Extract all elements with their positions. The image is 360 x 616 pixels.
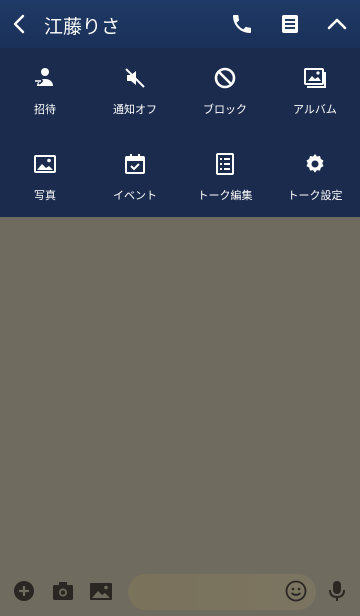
menu-item-label: 写真 [34,189,56,202]
chevron-left-icon[interactable] [10,14,30,34]
image-icon[interactable] [89,579,113,603]
menu-item-photo[interactable]: 写真 [0,134,90,214]
camera-icon[interactable] [51,579,75,603]
chat-menu-panel: 招待 通知オフ ブロック アルバム 写真 イベント トーク編集 トーク設定 [0,48,360,217]
album-icon [304,68,326,88]
menu-item-label: トーク設定 [287,189,343,202]
edit-list-icon [216,153,234,175]
menu-item-label: ブロック [203,103,247,116]
phone-icon[interactable] [230,12,254,36]
menu-item-label: アルバム [293,103,337,116]
note-icon[interactable] [278,12,302,36]
chat-title: 江藤りさ [44,16,121,38]
menu-item-invite[interactable]: 招待 [0,48,90,128]
event-icon [125,154,145,174]
menu-item-label: 招待 [34,103,56,116]
emoji-icon[interactable] [284,579,308,603]
mute-icon [125,68,145,88]
photo-icon [34,155,56,173]
menu-item-event[interactable]: イベント [90,134,180,214]
chevron-up-icon[interactable] [325,12,349,36]
block-icon [214,67,236,89]
menu-item-talk-settings[interactable]: トーク設定 [270,134,360,214]
settings-icon [306,154,324,173]
add-icon[interactable] [12,579,36,603]
chat-header: 江藤りさ [0,0,360,48]
menu-item-album[interactable]: アルバム [270,48,360,128]
input-bar [0,566,360,616]
menu-item-label: トーク編集 [197,189,253,202]
menu-item-mute[interactable]: 通知オフ [90,48,180,128]
chat-message-area[interactable] [0,217,360,566]
menu-item-edit-talk[interactable]: トーク編集 [180,134,270,214]
menu-item-label: 通知オフ [113,103,157,116]
menu-item-label: イベント [113,189,157,202]
mic-icon[interactable] [325,579,349,603]
menu-item-block[interactable]: ブロック [180,48,270,128]
invite-icon [35,68,53,86]
